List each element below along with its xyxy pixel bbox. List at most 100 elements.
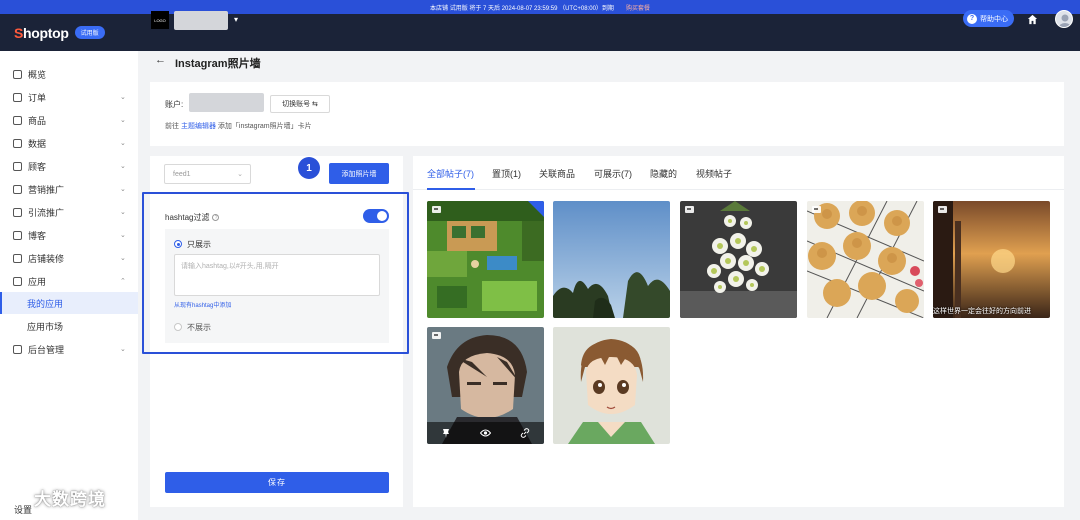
theme-editor-hint: 前往 主题编辑器 添加「instagram照片墙」卡片 bbox=[165, 123, 312, 130]
marketing-icon bbox=[13, 184, 22, 194]
sidebar-item-store-design[interactable]: 店铺装修 ⌄ bbox=[0, 247, 138, 269]
store-design-icon bbox=[13, 253, 22, 263]
post-thumbnail[interactable] bbox=[553, 201, 670, 318]
post-image bbox=[807, 201, 924, 318]
sidebar-item-label: 引流推广 bbox=[28, 207, 65, 218]
help-icon: ? bbox=[967, 13, 977, 24]
chevron-down-icon: ⌄ bbox=[120, 186, 126, 193]
page-header bbox=[138, 51, 1080, 73]
post-thumbnail[interactable] bbox=[427, 201, 544, 318]
eye-icon[interactable] bbox=[479, 429, 491, 437]
tab-pinned[interactable]: 置顶(1) bbox=[492, 167, 521, 180]
tab-hidden[interactable]: 隐藏的 bbox=[650, 167, 677, 180]
blog-icon bbox=[13, 230, 22, 240]
image-type-icon bbox=[432, 332, 441, 339]
sidebar-item-customers[interactable]: 顾客 ⌄ bbox=[0, 155, 138, 177]
sidebar-item-admin[interactable]: 后台管理 ⌄ bbox=[0, 338, 138, 360]
post-thumbnail[interactable] bbox=[427, 327, 544, 444]
feed-select[interactable]: feed1 ⌄ bbox=[164, 164, 251, 184]
hashtag-input[interactable]: 请输入hashtag,以#开头,用,隔开 bbox=[174, 254, 380, 296]
apps-icon bbox=[13, 276, 22, 286]
save-button[interactable]: 保存 bbox=[165, 472, 389, 493]
user-avatar[interactable] bbox=[1055, 10, 1073, 28]
sidebar-item-label: 应用 bbox=[28, 276, 47, 287]
step-number-badge: 1 bbox=[298, 157, 320, 179]
sidebar-item-label: 我的应用 bbox=[27, 298, 64, 309]
sidebar-item-label: 营销推广 bbox=[28, 184, 65, 195]
sidebar-item-label: 博客 bbox=[28, 230, 47, 241]
sidebar-item-my-apps[interactable]: 我的应用 bbox=[0, 292, 138, 314]
tab-linked-products[interactable]: 关联商品 bbox=[539, 167, 575, 180]
sidebar-item-marketing[interactable]: 营销推广 ⌄ bbox=[0, 178, 138, 200]
home-icon[interactable] bbox=[1027, 14, 1038, 25]
buy-plan-link[interactable]: 购买套餐 bbox=[626, 3, 650, 12]
tab-video-posts[interactable]: 视频帖子 bbox=[696, 167, 732, 180]
only-show-label: 只展示 bbox=[187, 240, 211, 249]
chevron-down-icon: ⌄ bbox=[120, 346, 126, 353]
sidebar-item-blog[interactable]: 博客 ⌄ bbox=[0, 224, 138, 246]
sidebar-item-products[interactable]: 商品 ⌄ bbox=[0, 109, 138, 131]
add-photo-wall-button[interactable]: 添加照片墙 bbox=[329, 163, 389, 184]
sidebar-item-overview[interactable]: 概览 bbox=[0, 63, 138, 85]
customers-icon bbox=[13, 161, 22, 171]
watermark-logo-icon bbox=[8, 490, 30, 505]
data-icon bbox=[13, 138, 22, 148]
sidebar-item-label: 应用市场 bbox=[27, 321, 64, 332]
post-image bbox=[553, 201, 670, 318]
only-show-radio[interactable] bbox=[174, 240, 182, 248]
sidebar-item-apps[interactable]: 应用 ⌃ bbox=[0, 270, 138, 292]
sidebar-item-app-market[interactable]: 应用市场 bbox=[0, 315, 138, 337]
chevron-down-icon: ⌄ bbox=[120, 255, 126, 262]
post-image bbox=[427, 201, 544, 318]
page-title: Instagram照片墙 bbox=[175, 58, 261, 70]
back-arrow-icon[interactable]: ← bbox=[155, 54, 166, 66]
post-image bbox=[553, 327, 670, 444]
pin-icon[interactable] bbox=[441, 428, 451, 438]
chevron-down-icon: ⌄ bbox=[120, 209, 126, 216]
store-logo[interactable]: LOGO bbox=[151, 11, 169, 29]
not-show-radio[interactable] bbox=[174, 323, 182, 331]
sidebar-item-label: 店铺装修 bbox=[28, 253, 65, 264]
orders-icon bbox=[13, 92, 22, 102]
help-center-label: 帮助中心 bbox=[980, 15, 1008, 23]
sidebar-item-label: 概览 bbox=[28, 69, 47, 80]
store-name-redacted[interactable] bbox=[174, 11, 228, 30]
not-show-label: 不展示 bbox=[187, 323, 211, 332]
theme-editor-link[interactable]: 主题编辑器 bbox=[181, 123, 216, 130]
overview-icon bbox=[13, 69, 22, 79]
account-name-redacted bbox=[189, 93, 264, 112]
info-icon[interactable]: ? bbox=[212, 214, 220, 222]
chevron-down-icon: ⌄ bbox=[120, 232, 126, 239]
traffic-icon bbox=[13, 207, 22, 217]
image-type-icon bbox=[685, 206, 694, 213]
image-type-icon bbox=[812, 206, 821, 213]
post-hover-actions bbox=[427, 422, 544, 444]
watermark: 大数跨境 bbox=[8, 485, 106, 510]
post-thumbnail[interactable]: 这样世界一定会往好的方向前进 bbox=[933, 201, 1050, 318]
pinned-corner-icon bbox=[528, 201, 544, 217]
trial-badge: 试用版 bbox=[74, 26, 105, 39]
tab-visible[interactable]: 可展示(7) bbox=[594, 167, 632, 180]
add-from-existing-hashtag-link[interactable]: 从现有hashtag中添加 bbox=[174, 300, 231, 309]
chevron-up-icon: ⌃ bbox=[120, 278, 126, 285]
help-center-button[interactable]: ? 帮助中心 bbox=[963, 10, 1014, 27]
switch-account-button[interactable]: 切换账号 ⇆ bbox=[270, 95, 330, 113]
hashtag-filter-toggle[interactable] bbox=[363, 209, 389, 223]
post-image bbox=[933, 201, 1050, 318]
store-switch-chevron-icon[interactable]: ▾ bbox=[234, 15, 238, 24]
link-icon[interactable] bbox=[520, 428, 530, 438]
brand-logo[interactable]: Shoptop bbox=[14, 25, 69, 41]
tab-all-posts[interactable]: 全部帖子(7) bbox=[427, 167, 474, 180]
sidebar-item-label: 订单 bbox=[28, 92, 47, 103]
admin-icon bbox=[13, 344, 22, 354]
sidebar-item-traffic[interactable]: 引流推广 ⌄ bbox=[0, 201, 138, 223]
trial-banner-text: 本店铺 试用版 将于 7 天后 2024-08-07 23:59:59 （UTC… bbox=[430, 5, 614, 12]
post-thumbnail[interactable] bbox=[807, 201, 924, 318]
sidebar-item-orders[interactable]: 订单 ⌄ bbox=[0, 86, 138, 108]
sidebar-item-data[interactable]: 数据 ⌄ bbox=[0, 132, 138, 154]
post-thumbnail[interactable] bbox=[680, 201, 797, 318]
sidebar-item-label: 商品 bbox=[28, 115, 47, 126]
post-thumbnail[interactable] bbox=[553, 327, 670, 444]
chevron-down-icon: ⌄ bbox=[120, 117, 126, 124]
post-caption: 这样世界一定会往好的方向前进 bbox=[933, 308, 1031, 315]
